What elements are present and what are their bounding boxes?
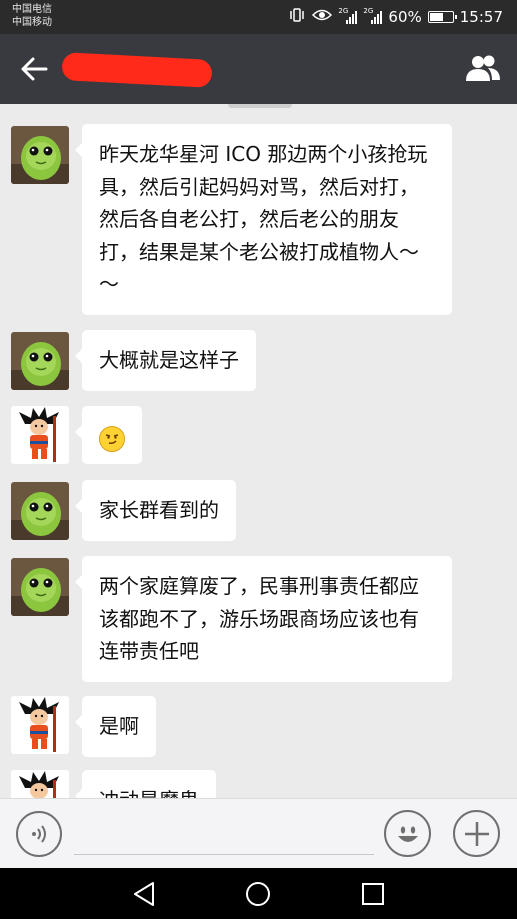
nav-home-button[interactable] — [242, 878, 274, 910]
message-bubble[interactable]: 家长群看到的 — [75, 480, 236, 541]
voice-input-button[interactable] — [16, 811, 62, 857]
chat-info-button[interactable] — [463, 50, 503, 86]
avatar[interactable] — [11, 126, 69, 184]
back-triangle-icon — [134, 882, 154, 906]
title-bar — [0, 34, 517, 104]
message-bubble[interactable]: 是啊 — [75, 696, 156, 757]
nav-recents-button[interactable] — [357, 878, 389, 910]
message-bubble[interactable]: 大概就是这样子 — [75, 330, 256, 391]
eye-icon — [312, 8, 333, 26]
avatar[interactable] — [11, 696, 69, 754]
chat-title — [61, 52, 213, 88]
carrier-2: 中国移动 — [12, 17, 52, 28]
message-bubble[interactable]: 昨天龙华星河 ICO 那边两个小孩抢玩具，然后引起妈妈对骂，然后对打，然后各自老… — [75, 124, 452, 315]
group-members-icon — [466, 55, 500, 81]
message-bubble[interactable] — [75, 406, 142, 464]
status-bar: 中国电信 中国移动 2G 2G 60% 15:57 — [0, 0, 517, 34]
goku-avatar-icon — [11, 406, 69, 464]
system-nav-bar — [0, 868, 517, 919]
more-actions-button[interactable] — [453, 810, 500, 857]
goku-avatar-icon — [11, 770, 69, 798]
carrier-1: 中国电信 — [12, 4, 52, 15]
green-plush-avatar-icon — [11, 558, 69, 616]
avatar[interactable] — [11, 558, 69, 616]
back-button[interactable] — [16, 52, 52, 86]
emoji-button[interactable] — [384, 810, 431, 857]
green-plush-avatar-icon — [11, 482, 69, 540]
message-bubble[interactable]: 冲动是魔鬼 — [75, 770, 216, 798]
battery-icon — [427, 11, 457, 23]
arrow-left-icon — [21, 57, 48, 81]
signal-icon: 2G — [338, 7, 358, 24]
avatar[interactable] — [11, 406, 69, 464]
goku-avatar-icon — [11, 696, 69, 754]
carrier-labels: 中国电信 中国移动 — [12, 3, 52, 29]
message-list[interactable]: 昨天龙华星河 ICO 那边两个小孩抢玩具，然后引起妈妈对骂，然后对打，然后各自老… — [0, 104, 517, 798]
emoji-icon — [397, 826, 418, 842]
smirk-face-emoji-icon — [99, 425, 125, 452]
message-bubble[interactable]: 两个家庭算废了，民事刑事责任都应该都跑不了，游乐场跟商场应该也有连带责任吧 — [75, 556, 452, 682]
green-plush-avatar-icon — [11, 126, 69, 184]
battery-percent: 60% — [388, 8, 422, 26]
avatar[interactable] — [11, 770, 69, 798]
nav-back-button[interactable] — [128, 878, 160, 910]
vibrate-icon — [288, 7, 306, 27]
avatar[interactable] — [11, 332, 69, 390]
clock: 15:57 — [459, 8, 503, 26]
signal-tag: 2G — [338, 7, 349, 15]
home-circle-icon — [246, 882, 270, 906]
message-input[interactable] — [74, 817, 374, 855]
voice-icon — [32, 825, 46, 843]
status-icons: 2G 2G 60% 15:57 — [288, 6, 503, 28]
avatar[interactable] — [11, 482, 69, 540]
signal-icon: 2G — [363, 7, 383, 24]
green-plush-avatar-icon — [11, 332, 69, 390]
pull-indicator — [228, 104, 292, 108]
signal-tag: 2G — [363, 7, 374, 15]
input-bar — [0, 798, 517, 868]
plus-icon — [464, 821, 489, 846]
recents-square-icon — [362, 883, 384, 905]
